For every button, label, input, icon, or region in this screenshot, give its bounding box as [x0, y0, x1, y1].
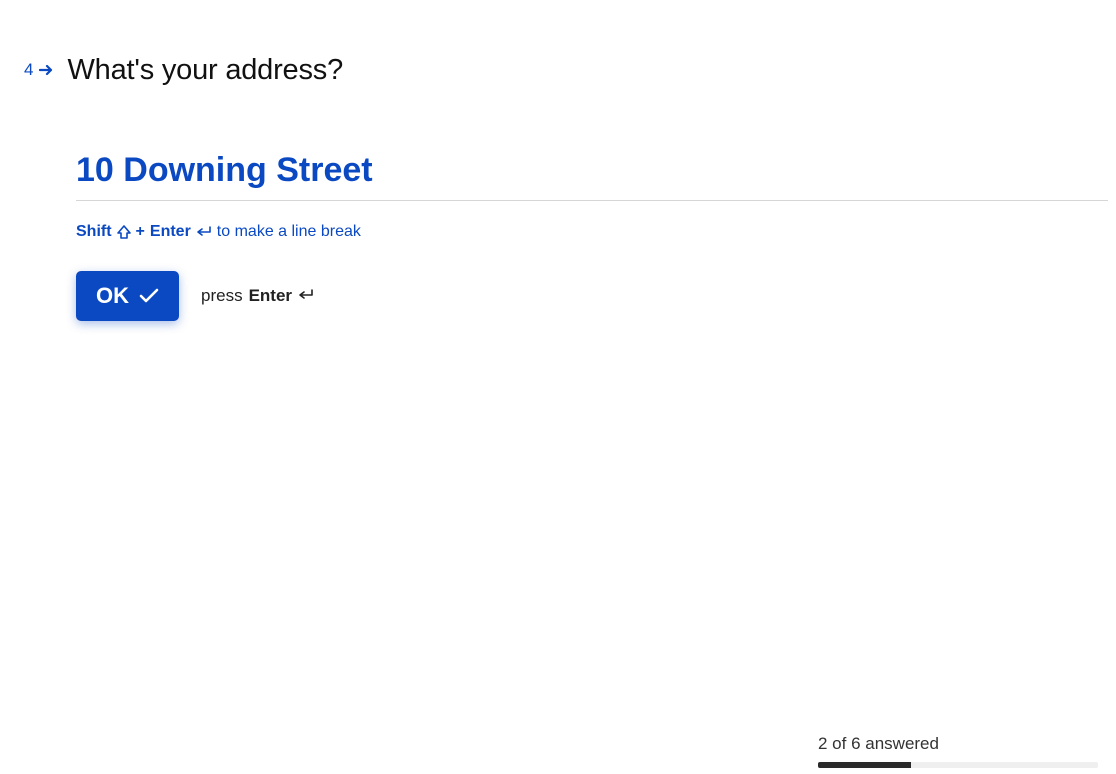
progress-label: 2 of 6 answered [818, 734, 1098, 754]
press-enter-hint: press Enter [201, 286, 314, 306]
action-row: OK press Enter [76, 271, 1108, 321]
ok-button-label: OK [96, 283, 129, 309]
hint-rest: to make a line break [217, 223, 361, 241]
question-block: 4 What's your address? Shift + Enter [24, 54, 1108, 321]
hint-shift-label: Shift [76, 223, 112, 241]
address-input[interactable] [76, 151, 1108, 201]
shift-icon [117, 225, 131, 239]
hint-plus: + [136, 223, 145, 241]
progress-indicator: 2 of 6 answered [818, 734, 1098, 768]
hint-enter-label: Enter [150, 223, 191, 241]
press-prefix: press [201, 286, 243, 306]
enter-icon [196, 226, 212, 238]
enter-icon [298, 286, 314, 306]
question-header: 4 What's your address? [24, 54, 1108, 87]
progress-track [818, 762, 1098, 768]
arrow-right-icon [39, 64, 53, 76]
question-body: Shift + Enter to make a line break OK [76, 151, 1108, 321]
question-title: What's your address? [67, 54, 343, 87]
check-icon [139, 288, 159, 304]
question-number: 4 [24, 54, 53, 80]
progress-fill [818, 762, 911, 768]
linebreak-hint: Shift + Enter to make a line break [76, 223, 1108, 241]
question-number-text: 4 [24, 60, 33, 80]
ok-button[interactable]: OK [76, 271, 179, 321]
press-key: Enter [249, 286, 292, 306]
